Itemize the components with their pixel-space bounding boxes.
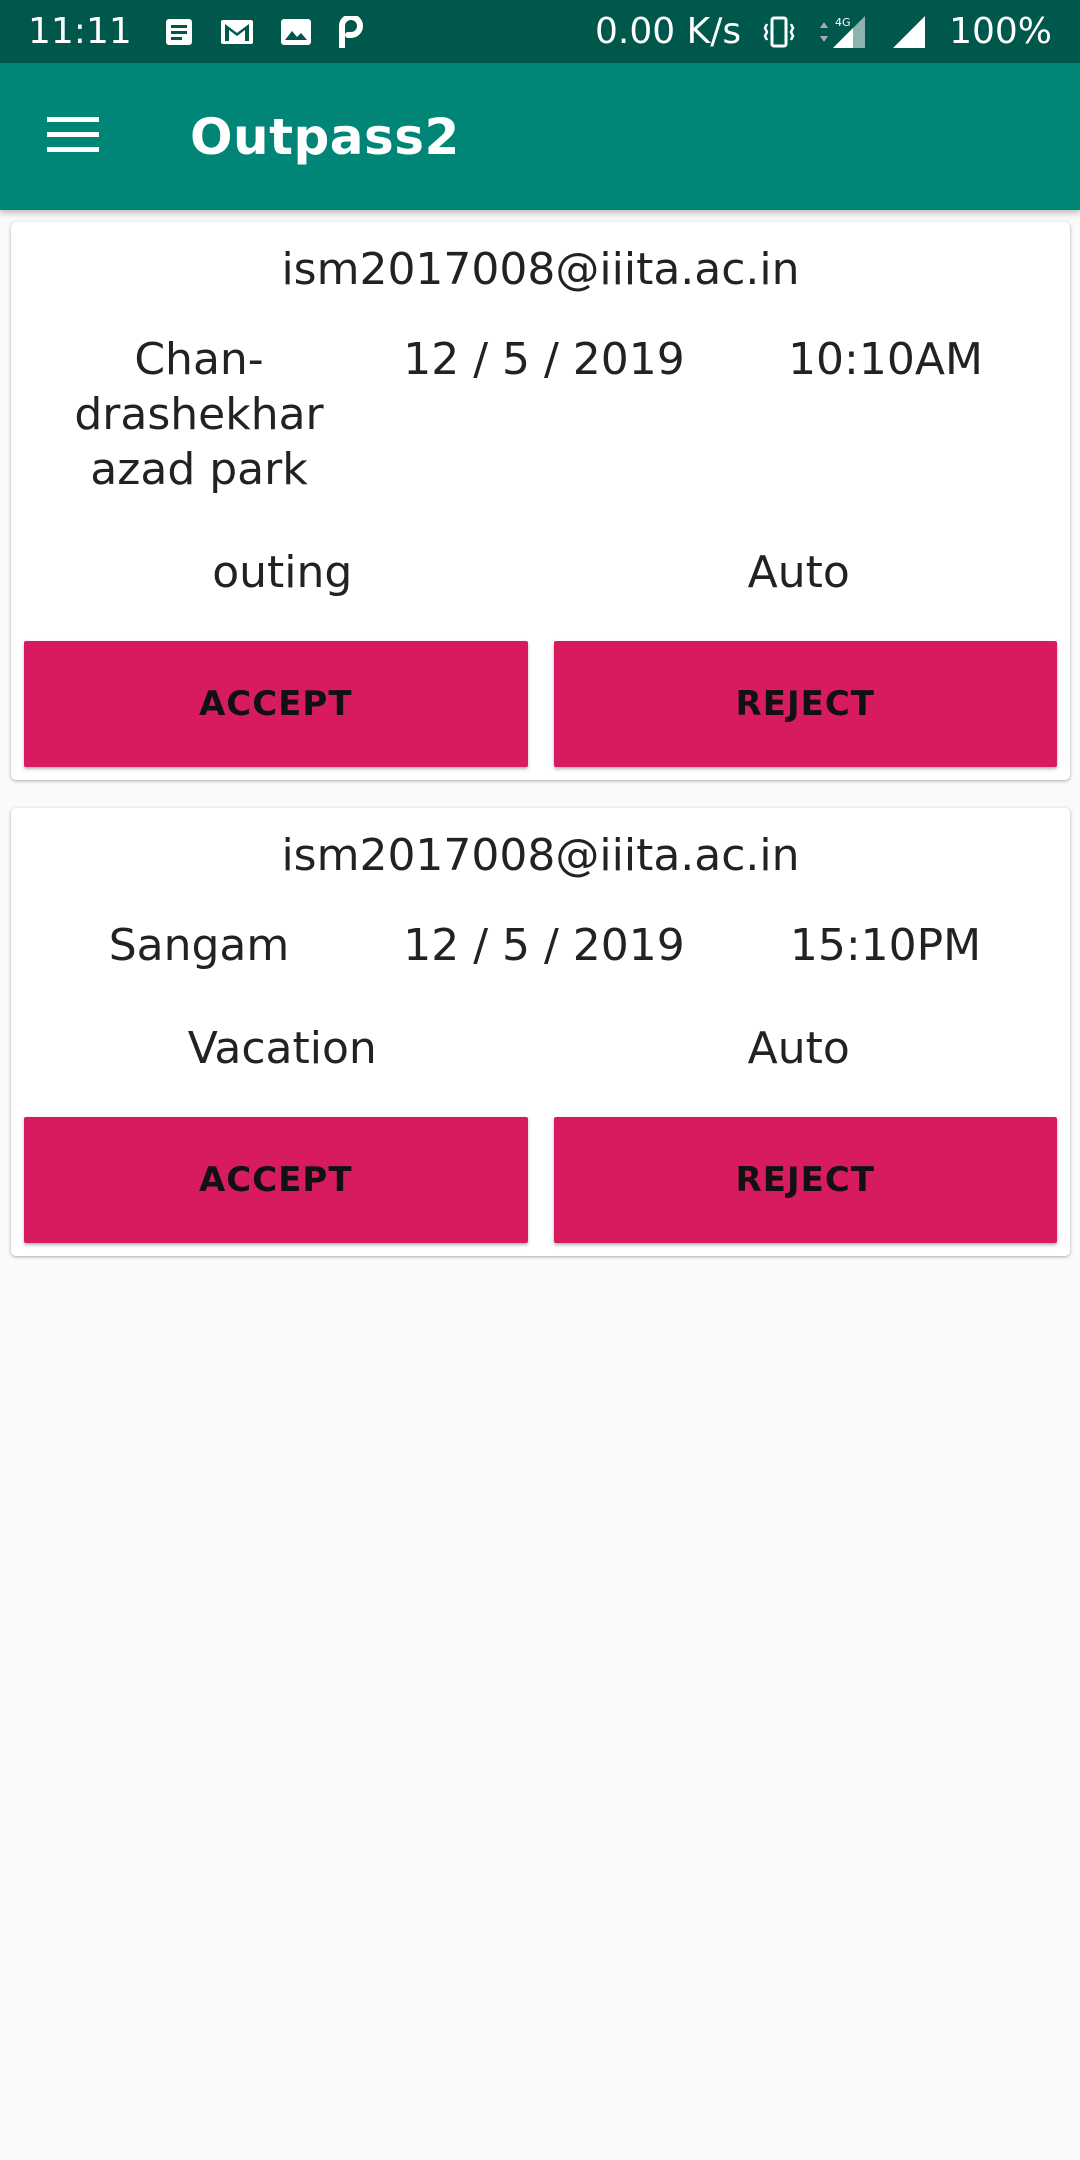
request-list: ism2017008@iiita.ac.in Chan- drashekhar …: [0, 222, 1080, 1284]
request-mode: Auto: [747, 547, 850, 598]
request-time: 10:10AM: [788, 334, 983, 385]
reject-button[interactable]: REJECT: [553, 1117, 1057, 1243]
request-actions: ACCEPT REJECT: [24, 641, 1057, 767]
menu-button[interactable]: [0, 63, 146, 210]
request-place: Chan- drashekhar azad park: [24, 332, 364, 497]
request-time: 15:10PM: [789, 920, 982, 971]
request-purpose: Vacation: [187, 1023, 377, 1074]
request-email: ism2017008@iiita.ac.in: [281, 830, 800, 881]
request-details-row: Sangam 12 / 5 / 2019 15:10PM: [24, 918, 1057, 973]
status-left: 11:11: [28, 11, 364, 52]
paytm-icon: [338, 15, 364, 48]
signal-icon: [891, 14, 927, 50]
request-meta-row: outing Auto: [24, 545, 1057, 601]
app-bar: Outpass2: [0, 63, 1080, 210]
app-title: Outpass2: [190, 107, 460, 166]
request-date: 12 / 5 / 2019: [403, 920, 685, 971]
status-right: 0.00 K/s 4G 100%: [595, 11, 1052, 52]
hamburger-menu-icon: [47, 115, 99, 159]
status-time: 11:11: [28, 11, 132, 52]
request-place: Sangam: [24, 918, 364, 973]
request-place-text: Chan- drashekhar azad park: [74, 334, 324, 495]
status-bar: 11:11 0.00 K/s 4G 100%: [0, 0, 1080, 63]
request-purpose: outing: [212, 547, 353, 598]
request-email: ism2017008@iiita.ac.in: [281, 244, 800, 295]
svg-text:4G: 4G: [835, 16, 851, 29]
request-meta-row: Vacation Auto: [24, 1021, 1057, 1077]
signal-4g-icon: 4G: [817, 14, 869, 50]
reject-button[interactable]: REJECT: [553, 641, 1057, 767]
battery-percent: 100%: [949, 11, 1052, 52]
request-actions: ACCEPT REJECT: [24, 1117, 1057, 1243]
gmail-icon: [220, 18, 254, 46]
notes-icon: [164, 17, 194, 47]
accept-button[interactable]: ACCEPT: [24, 641, 528, 767]
request-place-text: Sangam: [108, 920, 290, 971]
accept-button[interactable]: ACCEPT: [24, 1117, 528, 1243]
request-card: ism2017008@iiita.ac.in Chan- drashekhar …: [11, 222, 1070, 780]
network-speed: 0.00 K/s: [594, 11, 742, 52]
vibrate-icon: [763, 15, 795, 49]
request-details-row: Chan- drashekhar azad park 12 / 5 / 2019…: [24, 332, 1057, 497]
request-card: ism2017008@iiita.ac.in Sangam 12 / 5 / 2…: [11, 808, 1070, 1256]
request-mode: Auto: [747, 1023, 850, 1074]
image-icon: [280, 18, 312, 46]
request-date: 12 / 5 / 2019: [403, 334, 685, 385]
